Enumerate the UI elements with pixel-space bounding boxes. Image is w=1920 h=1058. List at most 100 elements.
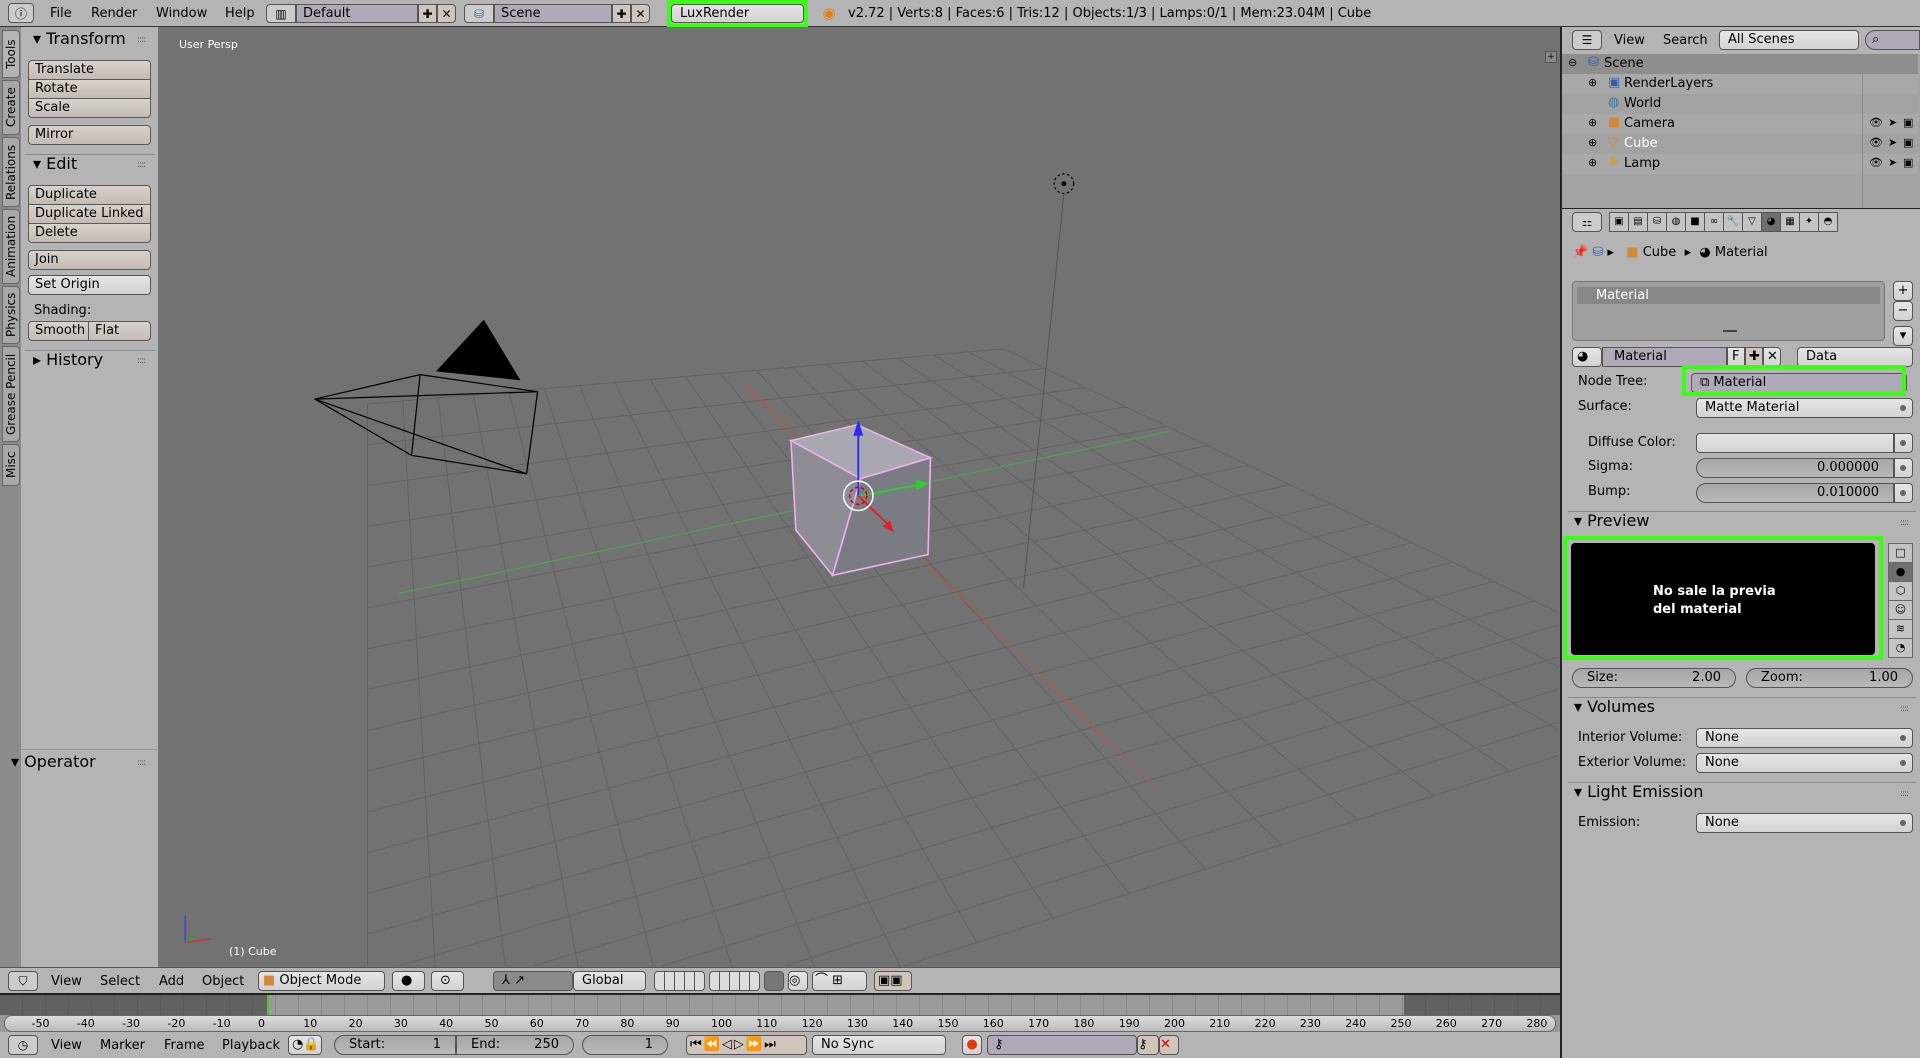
drag-handle-icon[interactable]: :::: — [1900, 518, 1909, 528]
material-browse-icon[interactable]: ◕ — [1572, 347, 1602, 367]
list-resize-handle[interactable] — [1723, 330, 1737, 332]
tab-world-icon[interactable]: ◍ — [1666, 212, 1686, 232]
menu-view[interactable]: View — [1614, 33, 1645, 48]
pivot-select[interactable]: ⊙ — [431, 971, 464, 991]
panel-edit-header[interactable]: ▾ Edit — [33, 154, 77, 173]
screen-layout-field[interactable]: Default — [296, 4, 418, 23]
bump-field[interactable]: 0.010000 — [1696, 483, 1894, 503]
fake-user-button[interactable]: F — [1727, 347, 1745, 367]
material-name-field[interactable]: Material — [1602, 347, 1727, 367]
snap-toggle[interactable]: ⌒ ⊞ — [812, 971, 867, 991]
preview-flat-icon[interactable]: □ — [1888, 543, 1913, 563]
emission-select[interactable]: None — [1696, 813, 1913, 833]
preview-sky-icon[interactable]: ◔ — [1888, 638, 1913, 658]
panel-volumes-header[interactable]: ▾ Volumes — [1574, 697, 1655, 716]
outliner-item-scene[interactable]: ⊖ ⛁ Scene — [1562, 54, 1918, 74]
3d-viewport[interactable]: User Persp (1) Cube + — [159, 27, 1560, 967]
outliner-search-input[interactable]: ⌕ — [1865, 30, 1920, 50]
delete-layout-icon[interactable]: ✕ — [437, 4, 456, 23]
tab-object-icon[interactable]: ■ — [1685, 212, 1705, 232]
outliner-item-lamp[interactable]: ⊕ ✹ Lamp 👁 ➤ ▣ — [1562, 154, 1918, 174]
expand-toggle-icon[interactable]: ⊖ — [1568, 56, 1577, 69]
tab-physics-icon[interactable]: ◓ — [1818, 212, 1838, 232]
tab-tools[interactable]: Tools — [2, 30, 20, 78]
playback-controls[interactable]: ⏮⏪◁▷⏩⏭ — [686, 1035, 807, 1055]
add-layout-icon[interactable]: ✚ — [418, 4, 437, 23]
tab-constraints-icon[interactable]: ∞ — [1704, 212, 1724, 232]
tab-misc[interactable]: Misc — [2, 444, 20, 486]
translate-button[interactable]: Translate — [28, 60, 151, 80]
menu-view[interactable]: View — [51, 974, 82, 989]
rotate-button[interactable]: Rotate — [28, 79, 151, 99]
timeline-editor-icon[interactable]: ◷ — [8, 1035, 38, 1055]
preview-cube-icon[interactable]: ⬡ — [1888, 581, 1913, 601]
tab-material-icon[interactable]: ◕ — [1761, 212, 1781, 232]
item-name[interactable]: Scene — [1604, 56, 1644, 71]
add-scene-icon[interactable]: ✚ — [612, 4, 631, 23]
drag-handle-icon[interactable]: :::: — [1900, 789, 1909, 799]
outliner-item-cube[interactable]: ⊕ ▽ Cube 👁 ➤ ▣ — [1562, 134, 1918, 154]
delete-scene-icon[interactable]: ✕ — [631, 4, 650, 23]
drag-handle-icon[interactable]: :::: — [137, 356, 146, 366]
menu-render[interactable]: Render — [91, 6, 137, 21]
orientation-select[interactable]: Global — [573, 971, 646, 991]
menu-file[interactable]: File — [50, 6, 72, 21]
end-frame-field[interactable]: End: 250 — [456, 1035, 574, 1055]
menu-frame[interactable]: Frame — [164, 1038, 205, 1053]
editor-type-icon[interactable]: ⛉ — [8, 971, 38, 991]
keyframe-buttons[interactable]: ⚷ — [1137, 1035, 1159, 1055]
sigma-socket[interactable] — [1894, 458, 1913, 478]
properties-editor-icon[interactable]: ⚏ — [1572, 212, 1602, 232]
tab-modifiers-icon[interactable]: 🔧 — [1723, 212, 1743, 232]
interior-volume-select[interactable]: None — [1696, 728, 1913, 748]
tab-animation[interactable]: Animation — [2, 209, 20, 284]
panel-preview-header[interactable]: ▾ Preview — [1574, 511, 1649, 530]
duplicate-button[interactable]: Duplicate — [28, 185, 151, 205]
drag-handle-icon[interactable]: :::: — [137, 35, 146, 45]
expand-toggle-icon[interactable]: ⊕ — [1588, 136, 1597, 149]
record-button[interactable]: ● — [962, 1035, 982, 1055]
tab-data-icon[interactable]: ▽ — [1742, 212, 1762, 232]
preview-zoom-field[interactable]: Zoom: 1.00 — [1746, 668, 1913, 688]
item-name[interactable]: World — [1624, 96, 1661, 111]
drag-handle-icon[interactable]: :::: — [1900, 704, 1909, 714]
proportional-edit-toggle[interactable]: ◎ — [788, 971, 808, 991]
panel-history-header[interactable]: ▸ History — [33, 350, 103, 369]
frame-ruler[interactable]: -50 -40 -30 -20 -10 0 10 20 30 40 50 60 70 80 90 100 110… — [4, 1015, 1556, 1032]
material-slot-list[interactable]: Material — [1572, 281, 1885, 341]
preview-size-field[interactable]: Size: 2.00 — [1572, 668, 1736, 688]
menu-object[interactable]: Object — [202, 974, 244, 989]
item-name[interactable]: Lamp — [1624, 156, 1660, 171]
viewport-scene[interactable] — [159, 27, 1560, 967]
renderable-camera-icon[interactable]: ▣ — [1903, 136, 1913, 149]
drag-handle-icon[interactable]: :::: — [137, 758, 146, 768]
preview-range-toggle[interactable]: ◔🔒 — [288, 1035, 322, 1055]
preview-hair-icon[interactable]: ≋ — [1888, 619, 1913, 639]
panel-operator-header[interactable]: ▾ Operator — [11, 752, 96, 771]
start-frame-field[interactable]: Start: 1 — [334, 1035, 456, 1055]
material-slot-item[interactable]: Material — [1577, 287, 1880, 304]
outliner-item-world[interactable]: ◍ World — [1562, 94, 1918, 114]
menu-search[interactable]: Search — [1663, 33, 1708, 48]
tab-physics[interactable]: Physics — [2, 286, 20, 344]
layers-grid-2[interactable] — [709, 971, 760, 991]
split-area-icon[interactable]: + — [1545, 51, 1557, 63]
item-name[interactable]: Cube — [1624, 136, 1658, 151]
scale-button[interactable]: Scale — [28, 98, 151, 118]
outliner-editor-icon[interactable]: ☰ — [1572, 30, 1602, 50]
menu-window[interactable]: Window — [156, 6, 207, 21]
expand-toggle-icon[interactable]: ⊕ — [1588, 116, 1597, 129]
flat-button[interactable]: Flat — [88, 321, 151, 341]
timeline[interactable]: -50 -40 -30 -20 -10 0 10 20 30 40 50 60 70 80 90 100 110… — [0, 993, 1560, 1032]
delete-keyframe-button[interactable]: ✕ — [1159, 1035, 1179, 1055]
node-tree-field[interactable]: ⧉ Material — [1691, 373, 1907, 393]
tab-scene-icon[interactable]: ⛁ — [1647, 212, 1667, 232]
visibility-eye-icon[interactable]: 👁 — [1869, 156, 1883, 169]
scene-icon[interactable]: ⛁ — [464, 4, 494, 23]
panel-light-emission-header[interactable]: ▾ Light Emission — [1574, 782, 1703, 801]
preview-monkey-icon[interactable]: ☺ — [1888, 600, 1913, 620]
keying-set-field[interactable]: ⚷ — [987, 1035, 1137, 1055]
renderable-camera-icon[interactable]: ▣ — [1903, 116, 1913, 129]
mirror-button[interactable]: Mirror — [28, 125, 151, 145]
shading-select[interactable]: ● — [392, 971, 425, 991]
